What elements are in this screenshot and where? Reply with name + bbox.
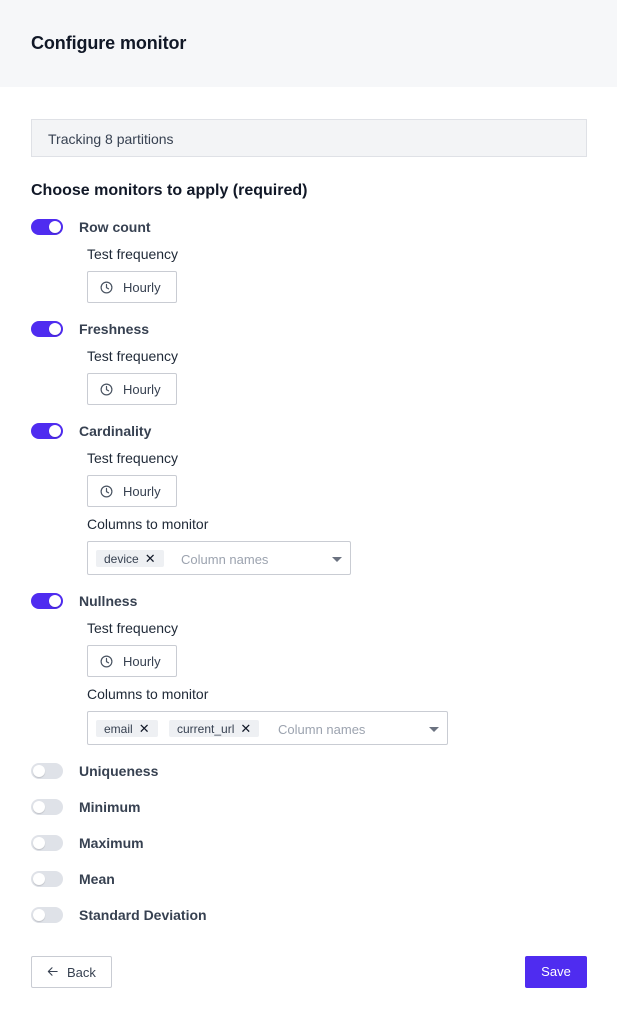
nullness-columns-select[interactable]: email ✕ current_url ✕ Column names (87, 711, 448, 745)
cardinality-label: Cardinality (79, 423, 152, 439)
minimum-toggle[interactable] (31, 799, 63, 815)
frequency-value: Hourly (123, 280, 161, 295)
frequency-value: Hourly (123, 654, 161, 669)
column-tag: email ✕ (96, 720, 158, 737)
save-button[interactable]: Save (525, 956, 587, 988)
arrow-left-icon (47, 967, 58, 976)
toggle-knob (33, 909, 45, 921)
clock-icon (100, 383, 113, 396)
freshness-toggle[interactable] (31, 321, 63, 337)
toggle-knob (49, 425, 61, 437)
column-tag-label: email (104, 722, 133, 736)
frequency-value: Hourly (123, 382, 161, 397)
page-title: Configure monitor (31, 33, 187, 53)
mean-label: Mean (79, 871, 115, 887)
remove-tag-icon[interactable]: ✕ (145, 550, 156, 567)
toggle-knob (49, 221, 61, 233)
toggle-knob (49, 323, 61, 335)
partition-banner: Tracking 8 partitions (31, 119, 587, 157)
freshness-label: Freshness (79, 321, 150, 337)
mean-toggle[interactable] (31, 871, 63, 887)
row-count-frequency-label: Test frequency (87, 246, 179, 262)
maximum-toggle[interactable] (31, 835, 63, 851)
uniqueness-label: Uniqueness (79, 763, 159, 779)
columns-placeholder: Column names (181, 552, 269, 567)
remove-tag-icon[interactable]: ✕ (240, 720, 251, 737)
frequency-value: Hourly (123, 484, 161, 499)
freshness-frequency-select[interactable]: Hourly (87, 373, 177, 405)
standard-deviation-toggle[interactable] (31, 907, 63, 923)
toggle-knob (33, 765, 45, 777)
maximum-label: Maximum (79, 835, 144, 851)
caret-down-icon[interactable] (332, 557, 342, 562)
toggle-knob (33, 837, 45, 849)
row-count-label: Row count (79, 219, 151, 235)
back-button-label: Back (67, 965, 96, 980)
columns-placeholder: Column names (278, 722, 366, 737)
column-tag: device ✕ (96, 550, 164, 567)
row-count-frequency-select[interactable]: Hourly (87, 271, 177, 303)
row-count-toggle[interactable] (31, 219, 63, 235)
back-button[interactable]: Back (31, 956, 112, 988)
column-tag-label: device (104, 552, 139, 566)
nullness-frequency-label: Test frequency (87, 620, 179, 636)
column-tag-label: current_url (177, 722, 235, 736)
uniqueness-toggle[interactable] (31, 763, 63, 779)
nullness-columns-label: Columns to monitor (87, 686, 209, 702)
cardinality-frequency-select[interactable]: Hourly (87, 475, 177, 507)
standard-deviation-label: Standard Deviation (79, 907, 207, 923)
clock-icon (100, 485, 113, 498)
cardinality-columns-select[interactable]: device ✕ Column names (87, 541, 351, 575)
nullness-toggle[interactable] (31, 593, 63, 609)
toggle-knob (33, 873, 45, 885)
minimum-label: Minimum (79, 799, 141, 815)
cardinality-columns-label: Columns to monitor (87, 516, 209, 532)
nullness-frequency-select[interactable]: Hourly (87, 645, 177, 677)
cardinality-toggle[interactable] (31, 423, 63, 439)
caret-down-icon[interactable] (429, 727, 439, 732)
clock-icon (100, 281, 113, 294)
column-tag: current_url ✕ (169, 720, 260, 737)
nullness-label: Nullness (79, 593, 138, 609)
header: Configure monitor (0, 0, 617, 87)
cardinality-frequency-label: Test frequency (87, 450, 179, 466)
freshness-frequency-label: Test frequency (87, 348, 179, 364)
remove-tag-icon[interactable]: ✕ (139, 720, 150, 737)
clock-icon (100, 655, 113, 668)
section-title: Choose monitors to apply (required) (31, 182, 308, 199)
toggle-knob (49, 595, 61, 607)
toggle-knob (33, 801, 45, 813)
save-button-label: Save (541, 964, 571, 979)
partition-count-text: Tracking 8 partitions (48, 131, 174, 147)
